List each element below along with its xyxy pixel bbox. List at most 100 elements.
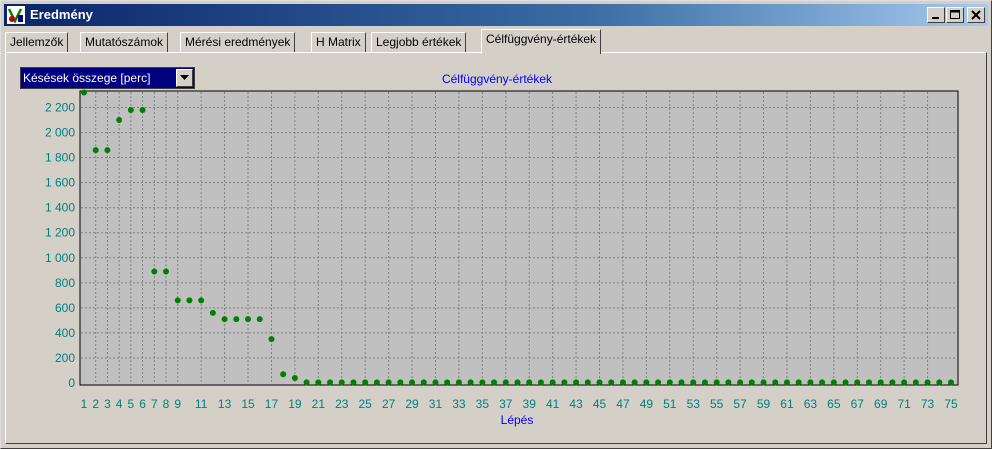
x-axis: 1 2 3 4 5 6 7 8 9 11 13 15 17 19 21 23 25 27 29 31 33 35 37 39 4…: [81, 397, 958, 411]
data-point: [666, 379, 673, 386]
x-tick-label: 53: [687, 397, 701, 411]
y-axis: 0 200 400 600 800 1 000 1 200 1 400 1 600 1 800 2 …: [45, 101, 75, 390]
data-point: [795, 379, 802, 386]
maximize-button[interactable]: [946, 7, 964, 23]
x-tick-label: 75: [944, 397, 958, 411]
data-point: [186, 297, 193, 304]
data-point: [479, 379, 486, 386]
data-point: [877, 379, 884, 386]
x-tick-label: 71: [897, 397, 911, 411]
data-point: [842, 379, 849, 386]
tab-jellemzok[interactable]: Jellemzők: [5, 32, 69, 53]
data-point: [432, 379, 439, 386]
tab-meresi-eredmenyek[interactable]: Mérési eredmények: [180, 32, 296, 53]
x-tick-label: 59: [757, 397, 771, 411]
y-tick-label: 200: [55, 351, 75, 365]
data-point: [198, 297, 205, 304]
x-tick-label: 29: [405, 397, 419, 411]
x-tick-label: 1: [81, 397, 88, 411]
y-tick-label: 1 400: [45, 201, 75, 215]
data-point: [350, 379, 357, 386]
data-point: [690, 379, 697, 386]
objective-chart: Célfüggvény-értékek 0 200 400 600 800 1 000 1 …: [45, 72, 959, 427]
data-point: [608, 379, 615, 386]
close-button[interactable]: [967, 7, 985, 23]
x-tick-label: 69: [874, 397, 888, 411]
tab-mutatoszamok[interactable]: Mutatószámok: [80, 32, 169, 53]
data-point: [151, 268, 158, 275]
data-point: [655, 379, 662, 386]
y-tick-label: 400: [55, 326, 75, 340]
x-tick-label: 63: [804, 397, 818, 411]
data-point: [830, 379, 837, 386]
chart-title: Célfüggvény-értékek: [442, 72, 553, 86]
x-tick-label: 27: [382, 397, 396, 411]
data-point: [327, 379, 334, 386]
data-point: [209, 309, 216, 316]
y-tick-label: 1 200: [45, 226, 75, 240]
tab-legjobb-ertekek[interactable]: Legjobb értékek: [371, 32, 467, 53]
data-point: [362, 379, 369, 386]
data-point: [889, 379, 896, 386]
title-bar[interactable]: Eredmény: [4, 4, 988, 26]
tab-h-matrix[interactable]: H Matrix: [311, 32, 366, 53]
data-point: [409, 379, 416, 386]
data-point: [444, 379, 451, 386]
data-point: [819, 379, 826, 386]
x-tick-label: 67: [851, 397, 865, 411]
data-point: [455, 379, 462, 386]
data-point: [420, 379, 427, 386]
y-tick-label: 600: [55, 301, 75, 315]
y-tick-label: 2 200: [45, 101, 75, 115]
data-point: [772, 379, 779, 386]
x-tick-label: 43: [569, 397, 583, 411]
x-tick-label: 4: [116, 397, 123, 411]
data-point: [373, 379, 380, 386]
y-tick-label: 2 000: [45, 126, 75, 140]
x-tick-label: 25: [359, 397, 373, 411]
data-point: [245, 316, 252, 323]
tab-celfuggveny-ertekek[interactable]: Célfüggvény-értékek: [481, 29, 602, 54]
minimize-icon: [932, 17, 939, 19]
x-tick-label: 2: [92, 397, 99, 411]
x-tick-label: 13: [218, 397, 232, 411]
data-point: [233, 316, 240, 323]
data-point: [596, 379, 603, 386]
data-point: [104, 147, 111, 154]
x-tick-label: 39: [523, 397, 537, 411]
minimize-button[interactable]: [927, 7, 945, 23]
data-point: [116, 117, 123, 124]
data-point: [81, 89, 87, 96]
data-point: [502, 379, 509, 386]
data-point: [467, 379, 474, 386]
x-tick-label: 9: [174, 397, 181, 411]
data-point: [865, 379, 872, 386]
y-tick-label: 1 800: [45, 151, 75, 165]
data-point: [338, 379, 345, 386]
data-point: [725, 379, 732, 386]
x-tick-label: 21: [312, 397, 326, 411]
x-tick-label: 37: [499, 397, 513, 411]
x-tick-label: 17: [265, 397, 279, 411]
data-point: [701, 379, 708, 386]
x-tick-label: 57: [733, 397, 747, 411]
x-tick-label: 6: [139, 397, 146, 411]
data-point: [573, 379, 580, 386]
data-point: [514, 379, 521, 386]
data-point: [901, 379, 908, 386]
tab-strip: Jellemzők Mutatószámok Mérési eredmények…: [5, 29, 989, 54]
maximize-icon: [950, 10, 960, 19]
data-point: [854, 379, 861, 386]
x-tick-label: 47: [616, 397, 630, 411]
app-icon: [7, 6, 25, 24]
y-tick-label: 1 600: [45, 176, 75, 190]
y-tick-label: 0: [68, 376, 75, 390]
data-point: [948, 379, 954, 386]
data-point: [737, 379, 744, 386]
data-point: [127, 107, 134, 114]
data-point: [924, 379, 931, 386]
x-tick-label: 23: [335, 397, 349, 411]
x-tick-label: 49: [640, 397, 654, 411]
data-point: [584, 379, 591, 386]
x-tick-label: 35: [476, 397, 490, 411]
